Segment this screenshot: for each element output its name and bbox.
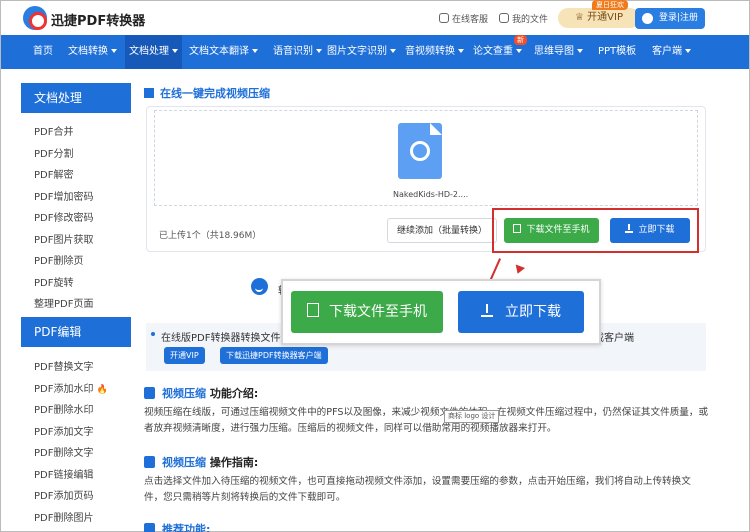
download-now-button[interactable]: 立即下载 <box>610 218 690 243</box>
sidebar-item-pdf-image-extract[interactable]: PDF图片获取 <box>34 231 93 246</box>
film-reel-icon <box>410 141 430 161</box>
smile-icon <box>251 278 268 295</box>
sidebar-item-remove-watermark[interactable]: PDF删除水印 <box>34 401 93 416</box>
sidebar-item-pdf-change-password[interactable]: PDF修改密码 <box>34 209 93 224</box>
new-badge: 新 <box>514 35 527 45</box>
tooltip: 商标 logo 设计 <box>444 410 500 423</box>
sidebar-item-pdf-split[interactable]: PDF分割 <box>34 145 73 160</box>
intro-paragraph: 视频压缩在线版，可通过压缩视频文件中的PFS以及图像，来减少视频文件的体积，在视… <box>144 407 709 434</box>
sidebar-item-organize-pages[interactable]: 整理PDF页面 <box>34 295 93 310</box>
nav-mindmap[interactable]: 思维导图 <box>534 35 583 69</box>
intro-heading: 视频压缩 功能介绍: <box>144 385 258 401</box>
checklist-icon <box>144 456 155 468</box>
download-client-pill[interactable]: 下载迅捷PDF转换器客户端 <box>220 347 328 364</box>
nav-ppt[interactable]: PPT模板 <box>598 35 636 69</box>
sidebar-item-delete-text[interactable]: PDF删除文字 <box>34 444 93 459</box>
qr-code-icon <box>307 303 319 317</box>
guide-paragraph: 点击选择文件加入待压缩的视频文件，也可直接拖动视频文件添加，设置需要压缩的参数，… <box>144 476 691 503</box>
thumbs-up-icon <box>144 523 155 532</box>
bullet-icon <box>151 332 155 336</box>
sidebar-item-replace-text[interactable]: PDF替换文字 <box>34 358 93 373</box>
chevron-down-icon <box>252 49 258 53</box>
open-vip-pill[interactable]: 开通VIP <box>164 347 205 364</box>
sidebar-item-link-edit[interactable]: PDF链接编辑 <box>34 466 93 481</box>
top-bar: 迅捷PDF转换器 在线客服 我的文件 ♕ 开通VIP 夏日狂欢 登录|注册 <box>1 0 749 35</box>
vip-promo-tag: 夏日狂欢 <box>592 0 628 10</box>
download-to-phone-button[interactable]: 下载文件至手机 <box>504 218 599 243</box>
nav-translate[interactable]: 文档文本翻译 <box>189 35 258 69</box>
guide-heading: 视频压缩 操作指南: <box>144 454 258 470</box>
my-files-link[interactable]: 我的文件 <box>499 12 548 25</box>
main-nav: 首页 文档转换 文档处理 文档文本翻译 语音识别 图片文字识别 音视频转换 论文… <box>1 35 749 69</box>
login-button[interactable]: 登录|注册 <box>635 8 705 29</box>
nav-doc-convert[interactable]: 文档转换 <box>68 35 117 69</box>
sidebar-item-pdf-delete-page[interactable]: PDF删除页 <box>34 252 83 267</box>
sidebar-item-add-text[interactable]: PDF添加文字 <box>34 423 93 438</box>
headset-icon <box>439 13 449 23</box>
upload-status: 已上传1个（共18.96M） <box>159 231 262 241</box>
sidebar-heading-doc-process: 文档处理 <box>21 83 131 113</box>
sidebar-item-add-watermark[interactable]: PDF添加水印 🔥 <box>34 380 108 395</box>
sidebar-item-delete-image[interactable]: PDF删除图片 <box>34 509 93 524</box>
page-title: 在线一键完成视频压缩 <box>144 85 270 101</box>
recommend-heading: 推荐功能: <box>144 521 210 532</box>
nav-speech[interactable]: 语音识别 <box>273 35 322 69</box>
sidebar-item-pdf-decrypt[interactable]: PDF解密 <box>34 166 73 181</box>
chevron-down-icon <box>111 49 117 53</box>
download-icon <box>481 304 493 317</box>
sidebar-item-pdf-add-password[interactable]: PDF增加密码 <box>34 188 93 203</box>
section-marker-icon <box>144 88 154 98</box>
nav-client[interactable]: 客户端 <box>652 35 691 69</box>
add-more-button[interactable]: 继续添加（批量转换） <box>387 218 497 243</box>
sidebar-item-pdf-rotate[interactable]: PDF旋转 <box>34 274 73 289</box>
sidebar-heading-pdf-edit: PDF编辑 <box>21 317 131 347</box>
user-icon <box>642 13 653 24</box>
chevron-down-icon <box>516 49 522 53</box>
zoomed-download-to-phone-button[interactable]: 下载文件至手机 <box>291 291 443 333</box>
sidebar-item-pdf-merge[interactable]: PDF合并 <box>34 123 73 138</box>
brand-logo-icon[interactable] <box>23 6 47 30</box>
sidebar-item-add-page-number[interactable]: PDF添加页码 <box>34 487 93 502</box>
nav-ocr[interactable]: 图片文字识别 <box>327 35 396 69</box>
customer-service-link[interactable]: 在线客服 <box>439 12 488 25</box>
qr-code-icon <box>513 224 522 233</box>
chevron-down-icon <box>172 49 178 53</box>
chevron-down-icon <box>458 49 464 53</box>
info-text: 在线版PDF转换器转换文件仅 <box>161 333 291 344</box>
brand-name[interactable]: 迅捷PDF转换器 <box>51 10 145 29</box>
chevron-down-icon <box>685 49 691 53</box>
chevron-down-icon <box>390 49 396 53</box>
nav-home[interactable]: 首页 <box>33 35 53 69</box>
document-icon <box>144 387 155 399</box>
chevron-down-icon <box>316 49 322 53</box>
download-icon <box>625 224 634 233</box>
file-icon <box>499 13 509 23</box>
nav-doc-process[interactable]: 文档处理 <box>125 35 182 69</box>
zoomed-download-now-button[interactable]: 立即下载 <box>458 291 584 333</box>
nav-media[interactable]: 音视频转换 <box>405 35 464 69</box>
file-name: NakedKids-HD-2.... <box>393 190 469 199</box>
callout-arrow-head <box>512 264 526 276</box>
fire-icon: 🔥 <box>96 385 108 395</box>
vip-button[interactable]: ♕ 开通VIP <box>558 8 640 28</box>
chevron-down-icon <box>577 49 583 53</box>
